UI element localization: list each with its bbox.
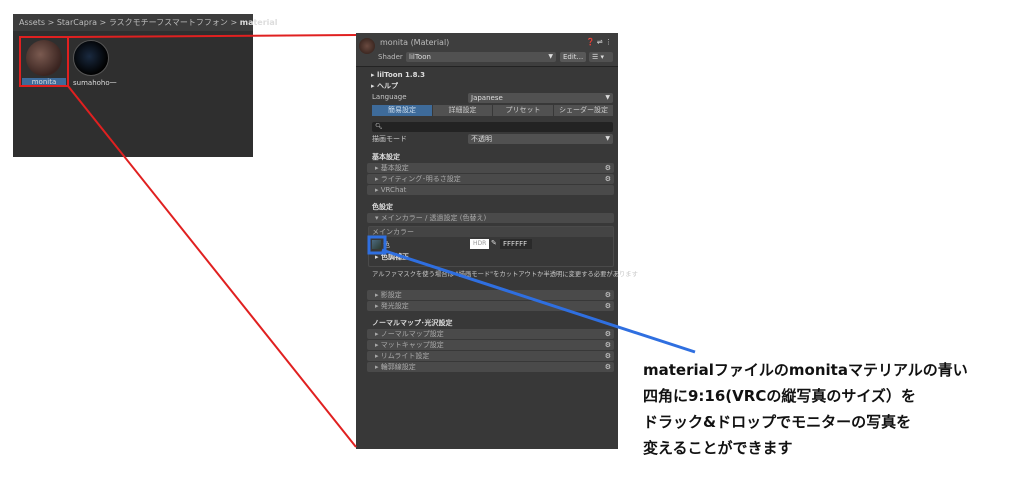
hdr-color-field[interactable]: HDR bbox=[470, 239, 490, 249]
mode-tabs: 簡易設定 詳細設定 プリセット シェーダー設定 bbox=[372, 105, 613, 116]
asset-label-sumahoho[interactable]: sumahoho一 bbox=[71, 78, 119, 88]
gear-icon[interactable]: ⚙ bbox=[605, 351, 611, 361]
fold-lighting[interactable]: ▸ ライティング･明るさ設定 ⚙ bbox=[367, 174, 614, 184]
color-heading: 色設定 bbox=[372, 203, 393, 211]
annotation-line: materialファイルのmonitaマテリアルの青い bbox=[643, 361, 968, 379]
fold-label: VRChat bbox=[380, 186, 407, 194]
render-mode-dropdown[interactable]: 不透明 ▼ bbox=[468, 134, 613, 144]
language-dropdown[interactable]: Japanese ▼ bbox=[468, 93, 613, 103]
liltoon-version-fold[interactable]: ▸ lilToon 1.8.3 bbox=[371, 70, 618, 81]
chevron-down-icon: ▼ bbox=[605, 135, 610, 142]
annotation-line: ドラック&ドロップでモニターの写真を bbox=[643, 413, 912, 431]
color-label: 色 bbox=[383, 241, 390, 249]
fold-label: 色調補正 bbox=[380, 253, 409, 261]
fold-label: 輪郭線設定 bbox=[380, 363, 416, 371]
gear-icon[interactable]: ⚙ bbox=[605, 174, 611, 184]
breadcrumb-folder[interactable]: ラスクモチーフスマートフフォン bbox=[109, 18, 228, 27]
annotation-text: materialファイルのmonitaマテリアルの青い 四角に9:16(VRCの… bbox=[643, 357, 968, 461]
fold-matcap[interactable]: ▸ マットキャップ設定 ⚙ bbox=[367, 340, 614, 350]
shader-dropdown[interactable]: lilToon ▼ bbox=[406, 52, 556, 62]
tab-shader-settings[interactable]: シェーダー設定 bbox=[554, 105, 613, 116]
tab-preset[interactable]: プリセット bbox=[493, 105, 553, 116]
shader-menu-button[interactable]: ☰ ▾ bbox=[589, 52, 613, 62]
material-preview-icon bbox=[359, 38, 375, 54]
annotation-line: 変えることができます bbox=[643, 439, 793, 457]
fold-normal-map[interactable]: ▸ ノーマルマップ設定 ⚙ bbox=[367, 329, 614, 339]
search-icon: 🔍︎ bbox=[375, 123, 383, 130]
color-adjust-fold[interactable]: ▸ 色調補正 bbox=[375, 252, 409, 262]
help-label: ヘルプ bbox=[376, 82, 398, 90]
fold-label: メインカラー / 透過設定 (色替え) bbox=[380, 214, 487, 222]
fold-label: 発光設定 bbox=[380, 302, 409, 310]
fold-emission[interactable]: ▸ 発光設定 ⚙ bbox=[367, 301, 614, 311]
fold-label: マットキャップ設定 bbox=[380, 341, 444, 349]
material-thumbnail-monita[interactable] bbox=[26, 40, 62, 76]
breadcrumb-starcapra[interactable]: StarCapra bbox=[57, 18, 97, 27]
inspector-panel: monita (Material) ❓ ⇌ ⋮ Shader lilToon ▼ … bbox=[356, 33, 638, 449]
breadcrumb: Assets > StarCapra > ラスクモチーフスマートフフォン > m… bbox=[13, 14, 278, 31]
gear-icon[interactable]: ⚙ bbox=[605, 301, 611, 311]
gear-icon[interactable]: ⚙ bbox=[605, 340, 611, 350]
project-panel: Assets > StarCapra > ラスクモチーフスマートフフォン > m… bbox=[13, 14, 278, 157]
breadcrumb-material[interactable]: material bbox=[240, 18, 278, 27]
search-input[interactable]: 🔍︎ bbox=[372, 122, 613, 132]
main-color-box-title: メインカラー bbox=[369, 227, 613, 237]
fold-label: ライティング･明るさ設定 bbox=[380, 175, 461, 183]
gear-icon[interactable]: ⚙ bbox=[605, 290, 611, 300]
eyedropper-icon[interactable]: ✎ bbox=[491, 239, 497, 247]
material-thumbnail-sumahoho[interactable] bbox=[73, 40, 109, 76]
breadcrumb-assets[interactable]: Assets bbox=[19, 18, 45, 27]
main-color-box: メインカラー 色 HDR ✎ FFFFFF ▸ 色調補正 bbox=[368, 226, 614, 267]
help-settings-menu-icons[interactable]: ❓ ⇌ ⋮ bbox=[586, 38, 612, 46]
gear-icon[interactable]: ⚙ bbox=[605, 362, 611, 372]
hex-color-field[interactable]: FFFFFF bbox=[500, 239, 532, 249]
fold-shadow[interactable]: ▸ 影設定 ⚙ bbox=[367, 290, 614, 300]
shader-label: Shader bbox=[378, 53, 403, 61]
fold-main-color[interactable]: ▾ メインカラー / 透過設定 (色替え) bbox=[367, 213, 614, 223]
asset-label-monita[interactable]: monita bbox=[22, 78, 66, 86]
edit-shader-button[interactable]: Edit... bbox=[560, 52, 586, 62]
texture-slot[interactable] bbox=[372, 240, 381, 249]
fold-vrchat[interactable]: ▸ VRChat bbox=[367, 185, 614, 195]
annotation-line: 四角に9:16(VRCの縦写真のサイズ）を bbox=[643, 387, 916, 405]
normal-heading: ノーマルマップ･光沢設定 bbox=[372, 319, 453, 327]
alpha-mask-note: アルファマスクを使う場合は "描画モード"をカットアウトか半透明に変更する必要が… bbox=[372, 271, 638, 278]
inspector-header: monita (Material) ❓ ⇌ ⋮ Shader lilToon ▼ … bbox=[356, 33, 618, 67]
fold-label: 基本設定 bbox=[380, 164, 409, 172]
inspector-title: monita (Material) bbox=[380, 38, 450, 47]
chevron-down-icon: ▼ bbox=[548, 53, 553, 60]
gear-icon[interactable]: ⚙ bbox=[605, 163, 611, 173]
fold-label: 影設定 bbox=[380, 291, 402, 299]
fold-label: リムライト設定 bbox=[380, 352, 430, 360]
basic-heading: 基本設定 bbox=[372, 153, 400, 161]
fold-label: ノーマルマップ設定 bbox=[380, 330, 444, 338]
render-mode-value: 不透明 bbox=[471, 135, 492, 143]
version-label: lilToon 1.8.3 bbox=[376, 71, 425, 79]
fold-outline[interactable]: ▸ 輪郭線設定 ⚙ bbox=[367, 362, 614, 372]
shader-value: lilToon bbox=[409, 53, 431, 61]
tab-advanced[interactable]: 詳細設定 bbox=[433, 105, 492, 116]
tab-simple[interactable]: 簡易設定 bbox=[372, 105, 432, 116]
fold-rimlight[interactable]: ▸ リムライト設定 ⚙ bbox=[367, 351, 614, 361]
gear-icon[interactable]: ⚙ bbox=[605, 329, 611, 339]
chevron-down-icon: ▼ bbox=[605, 94, 610, 101]
language-value: Japanese bbox=[471, 94, 503, 102]
fold-basic[interactable]: ▸ 基本設定 ⚙ bbox=[367, 163, 614, 173]
help-fold[interactable]: ▸ ヘルプ bbox=[371, 81, 618, 92]
